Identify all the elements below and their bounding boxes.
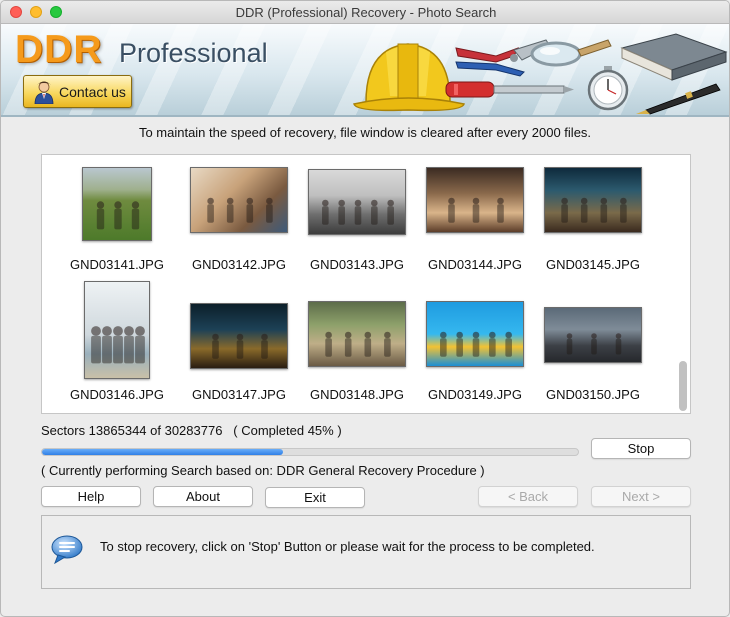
- back-button[interactable]: < Back: [478, 486, 578, 507]
- pen-icon: [636, 83, 721, 115]
- app-window: DDR (Professional) Recovery - Photo Sear…: [0, 0, 730, 617]
- file-thumbnail[interactable]: GND03148.JPG: [297, 155, 417, 413]
- procedure-status: ( Currently performing Search based on: …: [41, 463, 485, 478]
- contact-us-button[interactable]: Contact us: [23, 75, 132, 108]
- header-banner: DDR Professional Contact us: [1, 24, 729, 117]
- brand-logo-professional: Professional: [119, 38, 268, 68]
- tools-illustration: [353, 33, 728, 115]
- help-button[interactable]: Help: [41, 486, 141, 507]
- hard-hat-icon: [353, 43, 465, 112]
- file-name: GND03147.JPG: [192, 387, 286, 402]
- photo-preview[interactable]: [426, 301, 524, 367]
- message-text: To stop recovery, click on 'Stop' Button…: [100, 539, 595, 554]
- exit-button[interactable]: Exit: [265, 487, 365, 508]
- message-box: To stop recovery, click on 'Stop' Button…: [41, 515, 691, 589]
- photo-preview[interactable]: [190, 303, 288, 369]
- sectors-status: Sectors 13865344 of 30283776 ( Completed…: [41, 423, 342, 438]
- file-thumbnail[interactable]: GND03146.JPG: [57, 155, 177, 413]
- about-button[interactable]: About: [153, 486, 253, 507]
- recovered-files-panel[interactable]: GND03141.JPG GND03142.JPG GND03143.JPG GND0…: [41, 154, 691, 414]
- file-name: GND03150.JPG: [546, 387, 640, 402]
- photo-preview[interactable]: [544, 307, 642, 363]
- file-name: GND03148.JPG: [310, 387, 404, 402]
- file-thumbnail[interactable]: GND03150.JPG: [533, 155, 653, 413]
- info-text: To maintain the speed of recovery, file …: [138, 125, 592, 140]
- file-name: GND03149.JPG: [428, 387, 522, 402]
- screwdriver-icon: [445, 81, 574, 98]
- stopwatch-icon: [587, 66, 629, 111]
- sectors-count: Sectors 13865344 of 30283776: [41, 423, 223, 438]
- window-title: DDR (Professional) Recovery - Photo Sear…: [235, 5, 497, 20]
- next-button[interactable]: Next >: [591, 486, 691, 507]
- speech-bubble-icon: [51, 534, 83, 565]
- brand-logo-ddr: DDR: [15, 28, 103, 71]
- file-name: GND03146.JPG: [70, 387, 164, 402]
- completed-percent: ( Completed 45% ): [233, 423, 342, 438]
- photo-preview[interactable]: [308, 301, 406, 367]
- file-thumbnail[interactable]: GND03147.JPG: [179, 155, 299, 413]
- photo-preview[interactable]: [84, 281, 150, 379]
- book-icon: [620, 33, 728, 81]
- contact-us-label: Contact us: [59, 83, 126, 100]
- stop-button[interactable]: Stop: [591, 438, 691, 459]
- recovery-progress-bar: [41, 448, 579, 456]
- file-thumbnail[interactable]: GND03149.JPG: [415, 155, 535, 413]
- magnifying-glass-icon: [530, 39, 612, 67]
- title-bar: DDR (Professional) Recovery - Photo Sear…: [1, 1, 729, 24]
- vertical-scrollbar[interactable]: [679, 361, 687, 411]
- person-icon: [33, 80, 55, 104]
- progress-fill: [42, 449, 284, 455]
